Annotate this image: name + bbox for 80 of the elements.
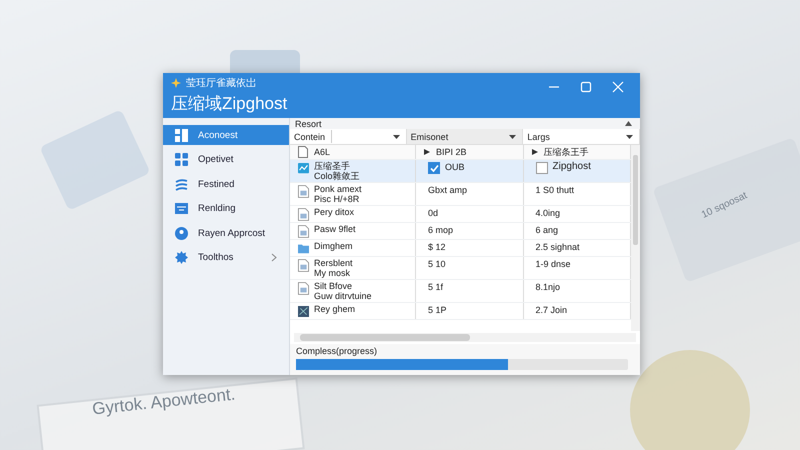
table-cell: 2.5 sighnat [536,242,580,252]
table-cell: 8.1njo [536,282,560,292]
section-title: Resort [295,118,322,128]
table-cell: Gbxt amp [428,185,468,195]
file-name: 压缩圣手 [314,161,351,171]
close-icon[interactable] [612,81,624,93]
table-cell: Zipghost [552,162,591,172]
file-name: Colo雜敛王 [314,171,360,181]
sidebar-item[interactable]: Toolthos [163,248,289,268]
table-cell: 6 mop [428,225,454,235]
table-row[interactable]: Rersblent My mosk 5 10 1-9 dnse [290,257,631,280]
document-icon [298,259,309,272]
badge-icon [175,226,188,240]
window-title: 压缩域Zipghost [171,93,288,115]
sidebar-item[interactable]: Renlding [163,198,289,218]
vertical-scrollbar[interactable] [631,145,640,331]
table-cell: 6 ang [536,225,558,235]
tiles-icon [175,153,188,166]
collapse-icon[interactable] [625,121,632,126]
table-cell: 1-9 dnse [536,259,571,269]
waves-icon [175,178,188,190]
table-row[interactable]: Dimghem $ 12 2.5 sighnat [290,240,631,257]
image-icon [298,305,309,318]
sort-icon [424,149,430,155]
file-name: Pisc H/+8R [314,194,360,204]
column-header[interactable]: BIPI 2B [416,145,524,159]
background-caption: Gyrtok. Apowteont. [91,384,236,420]
table-cell: 1 S0 thutt [536,185,574,195]
chart-icon [298,162,309,175]
sidebar-item[interactable]: Opetivet [163,150,289,170]
sidebar-item[interactable]: Festined [163,174,289,194]
table-cell: 0d [428,208,438,218]
table-cell: 5 1f [428,282,444,292]
filter-dropdown[interactable]: Largs [523,129,640,144]
filter-dropdown[interactable]: Contein [290,129,407,144]
checkbox[interactable] [536,162,548,174]
file-name: Rey ghem [314,304,356,314]
document-icon [298,208,309,221]
caret-icon [392,134,400,138]
sidebar-item[interactable]: Rayen Apprcost [163,223,289,243]
table-row[interactable]: Ponk amext Pisc H/+8R Gbxt amp 1 S0 thutt [290,183,631,206]
filter-dropdown[interactable]: Emisonet [406,129,524,144]
table-row[interactable]: Pasw 9flet 6 mop 6 ang [290,223,631,240]
table-row[interactable]: Pery ditox 0d 4.0ing [290,206,631,223]
file-name: Guw ditrvtuine [314,291,372,301]
table-cell: 5 1P [428,305,447,315]
grid-icon [175,128,188,142]
file-name: Pery ditox [314,207,354,217]
horizontal-scrollbar[interactable] [294,333,636,342]
sidebar-item[interactable]: Aconoest [163,125,289,145]
folder-icon [298,242,309,255]
file-name: Ponk amext [314,184,362,194]
file-name: Pasw 9flet [314,224,356,234]
caret-icon [626,134,634,138]
document-icon [298,225,309,238]
sort-icon [532,149,538,155]
file-name: Rersblent [314,258,353,268]
document-icon [298,185,309,198]
star-icon [171,78,181,88]
table-row[interactable]: 压缩圣手 Colo雜敛王 OUB Zipghost [290,160,631,183]
table-row[interactable]: Silt Bfove Guw ditrvtuine 5 1f 8.1njo [290,280,631,303]
progress-label: Compless(progress) [296,346,378,356]
checkbox[interactable] [428,162,440,174]
column-header[interactable]: A6L [290,145,416,159]
table-row[interactable]: Rey ghem 5 1P 2.7 Join [290,303,631,320]
file-name: Silt Bfove [314,281,354,291]
file-name: My mosk [314,268,351,278]
table-cell: OUB [445,162,465,172]
table-cell: 4.0ing [536,208,560,218]
table-cell: $ 12 [428,242,446,252]
file-name: Dimghem [314,241,353,251]
gear-icon [175,251,188,264]
app-name: 莹珏厅雀藏依岀 [186,76,256,90]
caret-icon [509,134,516,138]
table-cell: 5 10 [428,259,446,269]
table-cell: 2.7 Join [536,305,568,315]
chevron-icon [271,253,277,262]
document-icon [298,282,309,295]
maximize-icon[interactable] [580,81,592,93]
panel-icon [175,202,188,215]
